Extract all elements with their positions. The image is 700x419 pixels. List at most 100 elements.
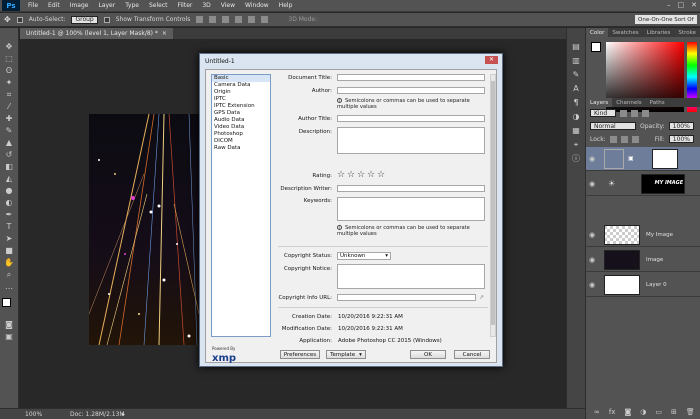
category-iptc-extension[interactable]: IPTC Extension (212, 103, 270, 110)
layer-name[interactable]: Layer 0 (646, 282, 667, 288)
menu-view[interactable]: View (216, 2, 240, 9)
link-layers-icon[interactable]: ∞ (594, 408, 600, 416)
document-title-field[interactable] (337, 74, 485, 81)
adjustment-layer-icon[interactable]: ◑ (640, 408, 646, 416)
transform-controls-checkbox[interactable] (103, 16, 110, 23)
more-tools-icon[interactable]: … (4, 282, 15, 292)
status-arrow-icon[interactable]: ▸ (122, 411, 125, 418)
maximize-icon[interactable]: □ (678, 1, 685, 9)
path-select-icon[interactable]: ➤ (4, 234, 15, 244)
history-brush-icon[interactable]: ↺ (4, 150, 15, 160)
workspace-switcher[interactable]: One-On-One Sort Of (635, 15, 697, 24)
eraser-icon[interactable]: ◧ (4, 162, 15, 172)
filter-icon[interactable] (631, 109, 638, 117)
minimize-icon[interactable]: – (667, 1, 671, 9)
distribute-icon[interactable] (261, 16, 269, 23)
author-field[interactable] (337, 87, 485, 94)
align-icon[interactable] (209, 16, 217, 23)
layer-row[interactable]: ◉ Image (586, 248, 700, 272)
magic-wand-icon[interactable]: ✦ (4, 78, 15, 88)
dialog-title-bar[interactable]: Untitled-1 ✕ (200, 54, 502, 68)
blur-tool-icon[interactable]: ● (4, 186, 15, 196)
zoom-tool-icon[interactable]: ⌕ (4, 270, 15, 280)
menu-3d[interactable]: 3D (197, 2, 215, 9)
dodge-tool-icon[interactable]: ◐ (4, 198, 15, 208)
menu-help[interactable]: Help (274, 2, 298, 9)
ok-button[interactable]: OK (410, 350, 446, 359)
menu-type[interactable]: Type (120, 2, 144, 9)
group-icon[interactable]: ▭ (655, 408, 662, 416)
layer-row[interactable]: ◉ Layer 0 (586, 273, 700, 297)
clone-stamp-icon[interactable]: ▲ (4, 138, 15, 148)
hand-tool-icon[interactable]: ✋ (4, 258, 15, 268)
fx-icon[interactable]: fx (609, 408, 616, 416)
category-dicom[interactable]: DICOM (212, 138, 270, 145)
description-field[interactable] (337, 127, 485, 154)
auto-select-checkbox[interactable] (16, 16, 23, 23)
adjustments-icon[interactable]: ◑ (571, 112, 582, 122)
tab-layers[interactable]: Layers (586, 98, 613, 107)
menu-select[interactable]: Select (144, 2, 173, 9)
close-tab-icon[interactable]: × (162, 30, 167, 37)
blend-mode-dropdown[interactable]: Normal (590, 122, 636, 130)
add-mask-icon[interactable]: ◙ (624, 408, 631, 416)
styles-icon[interactable]: ▦ (571, 126, 582, 136)
kind-filter-dropdown[interactable]: Kind (590, 109, 616, 117)
menu-edit[interactable]: Edit (43, 2, 65, 9)
new-layer-icon[interactable]: ⊞ (671, 408, 677, 416)
layer-mask-thumbnail[interactable]: MY IMAGE (641, 173, 686, 194)
tab-stroke[interactable]: Stroke (674, 28, 700, 37)
trash-icon[interactable]: 🗑 (686, 408, 695, 416)
properties-icon[interactable]: ▥ (571, 56, 582, 66)
rating-star-icon[interactable]: ☆ (367, 171, 375, 180)
lock-icon[interactable] (620, 135, 628, 143)
color-swatches[interactable] (2, 298, 16, 312)
opacity-field[interactable]: 100% (668, 122, 694, 130)
paragraph-icon[interactable]: ¶ (571, 98, 582, 108)
menu-layer[interactable]: Layer (93, 2, 120, 9)
layer-row[interactable]: ◉ ▣ (586, 147, 700, 171)
screen-mode-icon[interactable]: ▣ (4, 332, 15, 342)
character-icon[interactable]: A (571, 84, 582, 94)
zoom-level[interactable]: 100% (25, 411, 42, 418)
move-tool-icon[interactable]: ✥ (4, 15, 11, 24)
crop-tool-icon[interactable]: ⌗ (4, 90, 15, 100)
auto-select-dropdown[interactable]: Group (71, 15, 98, 24)
filter-icon[interactable] (620, 109, 627, 117)
dialog-close-button[interactable]: ✕ (485, 56, 498, 64)
rating-star-icon[interactable]: ☆ (377, 171, 385, 180)
cancel-button[interactable]: Cancel (454, 350, 490, 359)
fg-bg-swatch[interactable] (591, 42, 601, 52)
type-tool-icon[interactable]: T (4, 222, 15, 232)
paint-bucket-icon[interactable]: ◭ (4, 174, 15, 184)
lasso-tool-icon[interactable]: ʘ (4, 66, 15, 76)
lock-icon[interactable] (609, 135, 617, 143)
brush-tool-icon[interactable]: ✎ (4, 126, 15, 136)
visibility-eye-icon[interactable]: ◉ (586, 180, 598, 188)
preferences-button[interactable]: Preferences (280, 350, 320, 359)
menu-window[interactable]: Window (240, 2, 274, 9)
copyright-status-dropdown[interactable]: Unknown ▾ (337, 252, 391, 260)
visibility-eye-icon[interactable]: ◉ (586, 231, 598, 239)
menu-file[interactable]: File (23, 2, 43, 9)
go-to-url-icon[interactable]: ↗ (479, 294, 484, 301)
navigator-icon[interactable]: ⌖ (571, 140, 582, 150)
scrollbar-thumb[interactable] (491, 81, 495, 325)
menu-image[interactable]: Image (65, 2, 94, 9)
doc-size[interactable]: Doc: 1.28M/2.13M (70, 411, 125, 418)
rectangle-tool-icon[interactable]: ■ (4, 246, 15, 256)
close-icon[interactable]: ✕ (691, 1, 697, 9)
align-icon[interactable] (222, 16, 230, 23)
tab-channels[interactable]: Channels (612, 98, 645, 107)
tab-libraries[interactable]: Libraries (643, 28, 675, 37)
fill-field[interactable]: 100% (668, 135, 694, 143)
copyright-notice-field[interactable] (337, 264, 485, 289)
align-icon[interactable] (196, 16, 204, 23)
author-title-field[interactable] (337, 115, 485, 122)
eyedropper-icon[interactable]: ⁄ (4, 102, 15, 112)
tab-paths[interactable]: Paths (646, 98, 669, 107)
rating-star-icon[interactable]: ☆ (347, 171, 355, 180)
description-writer-field[interactable] (337, 185, 485, 192)
rating-star-icon[interactable]: ☆ (357, 171, 365, 180)
healing-brush-icon[interactable]: ✚ (4, 114, 15, 124)
